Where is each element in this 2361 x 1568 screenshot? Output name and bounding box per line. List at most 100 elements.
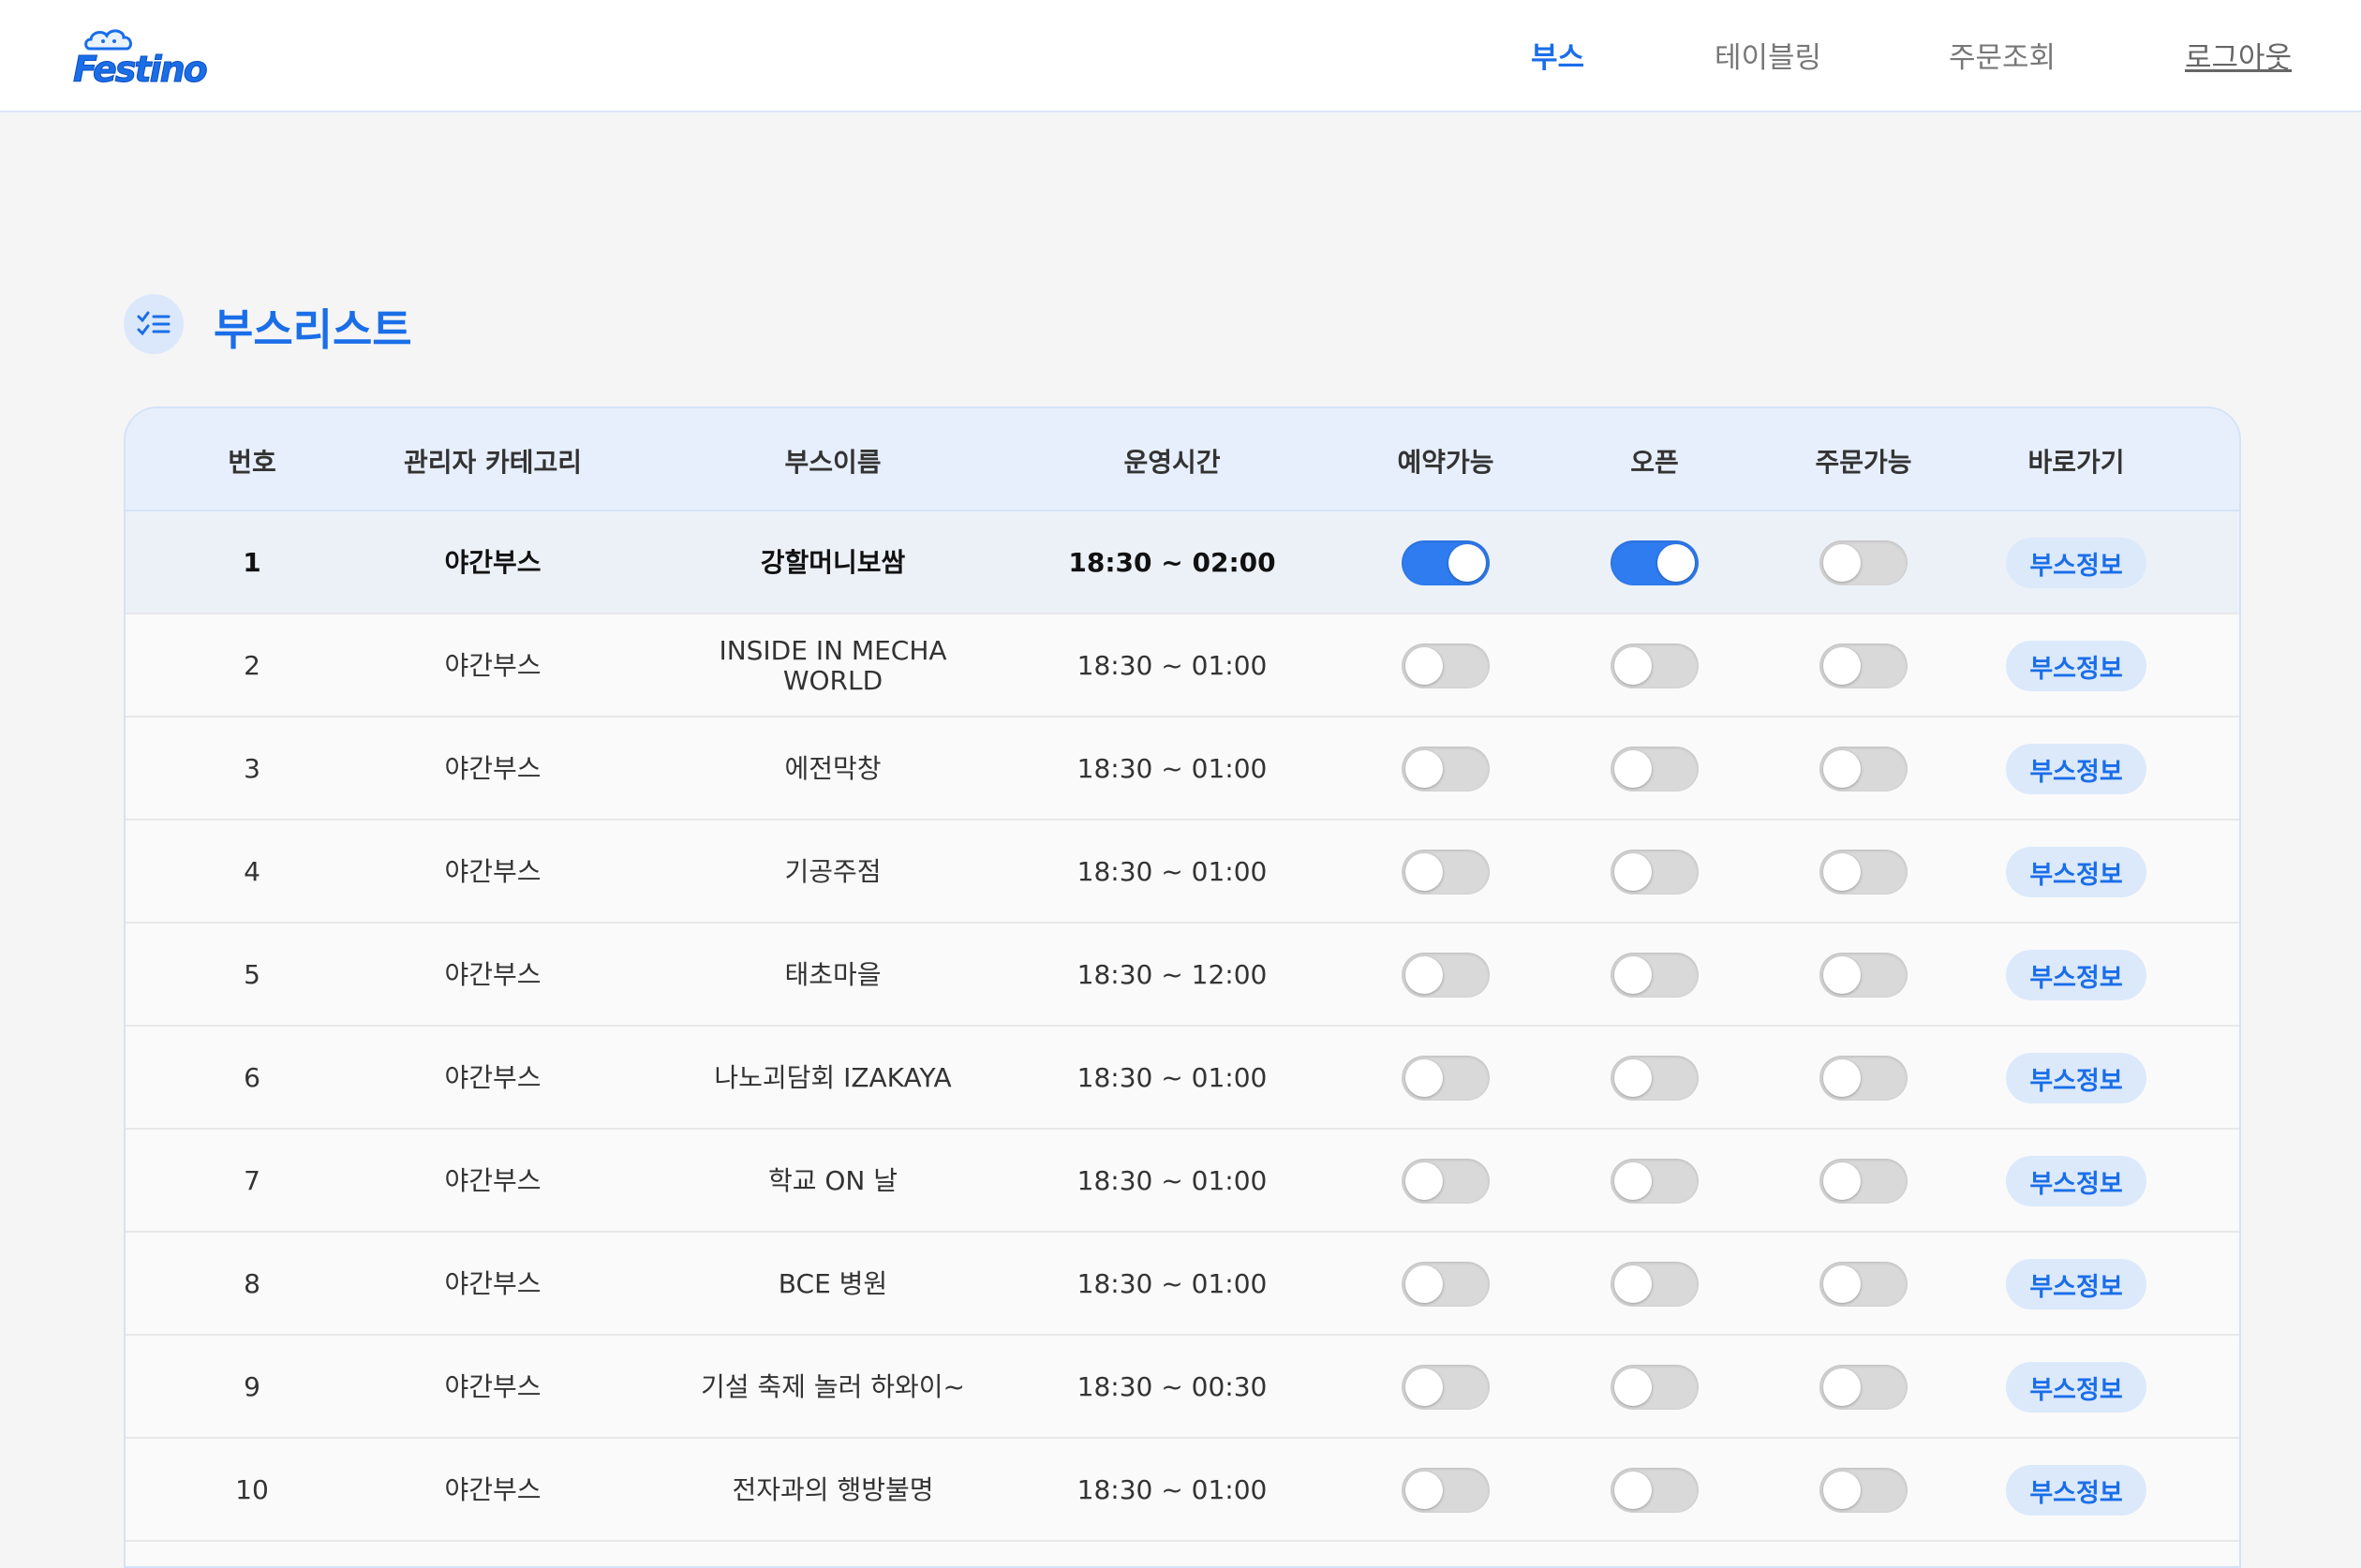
- reservable-toggle[interactable]: [1402, 643, 1490, 688]
- booth-info-button[interactable]: 부스정보: [2006, 950, 2146, 1000]
- toggle-knob: [1405, 1368, 1443, 1406]
- cell-booth-name: 강할머니보쌈: [760, 547, 906, 578]
- booth-info-button[interactable]: 부스정보: [2006, 1259, 2146, 1309]
- top-navigation-bar: Festino 부스 테이블링 주문조회 로그아웃: [0, 0, 2361, 112]
- orderable-toggle[interactable]: [1819, 1159, 1908, 1204]
- booth-info-button[interactable]: 부스정보: [2006, 1465, 2146, 1516]
- reservable-toggle[interactable]: [1402, 1262, 1490, 1307]
- booth-info-button[interactable]: 부스정보: [2006, 1156, 2146, 1206]
- cell-hours: 18:30 ~ 01:00: [1077, 1474, 1268, 1505]
- toggle-knob: [1614, 853, 1652, 891]
- nav-booth[interactable]: 부스: [1531, 34, 1584, 76]
- booth-info-button[interactable]: 부스정보: [2006, 1362, 2146, 1413]
- reservable-toggle[interactable]: [1402, 1056, 1490, 1101]
- table-row: 10 야간부스 전자과의 행방불명 18:30 ~ 01:00 부스정보: [126, 1439, 2239, 1542]
- booth-info-button[interactable]: 부스정보: [2006, 744, 2146, 794]
- reservable-toggle[interactable]: [1402, 953, 1490, 998]
- cell-hours: 18:30 ~ 00:30: [1077, 1371, 1268, 1402]
- table-row: 1 야간부스 강할머니보쌈 18:30 ~ 02:00 부스정보: [126, 511, 2239, 614]
- reservable-toggle[interactable]: [1402, 1468, 1490, 1513]
- orderable-toggle[interactable]: [1819, 1468, 1908, 1513]
- nav-logout[interactable]: 로그아웃: [2185, 34, 2292, 76]
- open-toggle[interactable]: [1611, 850, 1699, 895]
- toggle-knob: [1823, 1368, 1861, 1406]
- cell-number: 3: [244, 753, 260, 784]
- cell-booth-name: 전자과의 행방불명: [732, 1474, 934, 1505]
- cell-number: 4: [244, 856, 260, 887]
- cell-number: 6: [244, 1062, 260, 1093]
- toggle-knob: [1405, 1059, 1443, 1097]
- toggle-knob: [1405, 1472, 1443, 1509]
- open-toggle[interactable]: [1611, 1468, 1699, 1513]
- toggle-knob: [1823, 1059, 1861, 1097]
- table-row: 9 야간부스 기설 축제 놀러 하와이~ 18:30 ~ 00:30 부스정보: [126, 1336, 2239, 1439]
- header-orderable: 주문가능: [1815, 447, 1912, 478]
- cell-category: 야간부스: [444, 1268, 542, 1299]
- nav-order-lookup[interactable]: 주문조회: [1949, 34, 2056, 76]
- open-toggle[interactable]: [1611, 1159, 1699, 1204]
- cell-booth-name: BCE 병원: [778, 1268, 888, 1299]
- header-hours: 운영시간: [1123, 447, 1221, 478]
- orderable-toggle[interactable]: [1819, 643, 1908, 688]
- toggle-knob: [1823, 1472, 1861, 1509]
- toggle-knob: [1823, 1162, 1861, 1200]
- cell-category: 야간부스: [444, 959, 542, 990]
- toggle-knob: [1405, 647, 1443, 685]
- open-toggle[interactable]: [1611, 540, 1699, 585]
- cell-hours: 18:30 ~ 01:00: [1077, 856, 1268, 887]
- booth-info-button[interactable]: 부스정보: [2006, 538, 2146, 588]
- cell-hours: 18:30 ~ 12:00: [1077, 959, 1268, 990]
- reservable-toggle[interactable]: [1402, 1365, 1490, 1410]
- open-toggle[interactable]: [1611, 1262, 1699, 1307]
- booth-info-button[interactable]: 부스정보: [2006, 641, 2146, 691]
- orderable-toggle[interactable]: [1819, 540, 1908, 585]
- cell-number: 8: [244, 1268, 260, 1299]
- booth-info-button[interactable]: 부스정보: [2006, 847, 2146, 897]
- cell-category: 야간부스: [444, 1062, 542, 1093]
- cell-hours: 18:30 ~ 01:00: [1077, 1165, 1268, 1196]
- orderable-toggle[interactable]: [1819, 953, 1908, 998]
- cell-hours: 18:30 ~ 01:00: [1077, 1062, 1268, 1093]
- table-row: 8 야간부스 BCE 병원 18:30 ~ 01:00 부스정보: [126, 1233, 2239, 1336]
- toggle-knob: [1405, 1162, 1443, 1200]
- booth-table: 번호 관리자 카테고리 부스이름 운영시간 예약가능 오픈 주문가능 바로가기 …: [124, 407, 2241, 1568]
- table-header: 번호 관리자 카테고리 부스이름 운영시간 예약가능 오픈 주문가능 바로가기: [126, 408, 2239, 511]
- header-open: 오픈: [1630, 447, 1679, 478]
- toggle-knob: [1614, 1059, 1652, 1097]
- reservable-toggle[interactable]: [1402, 1159, 1490, 1204]
- toggle-knob: [1448, 544, 1486, 582]
- cell-number: 9: [244, 1371, 260, 1402]
- open-toggle[interactable]: [1611, 953, 1699, 998]
- reservable-toggle[interactable]: [1402, 747, 1490, 791]
- cell-booth-name: 기설 축제 놀러 하와이~: [700, 1371, 965, 1402]
- table-row: 6 야간부스 나노괴담회 IZAKAYA 18:30 ~ 01:00 부스정보: [126, 1027, 2239, 1130]
- table-row: 2 야간부스 INSIDE IN MECHA WORLD 18:30 ~ 01:00 부…: [126, 614, 2239, 717]
- orderable-toggle[interactable]: [1819, 1365, 1908, 1410]
- cell-number: 1: [243, 547, 261, 578]
- open-toggle[interactable]: [1611, 643, 1699, 688]
- open-toggle[interactable]: [1611, 1365, 1699, 1410]
- orderable-toggle[interactable]: [1819, 1056, 1908, 1101]
- reservable-toggle[interactable]: [1402, 540, 1490, 585]
- cell-category: 야간부스: [444, 856, 542, 887]
- toggle-knob: [1823, 647, 1861, 685]
- cell-category: 야간부스: [444, 1474, 542, 1505]
- open-toggle[interactable]: [1611, 747, 1699, 791]
- toggle-knob: [1614, 647, 1652, 685]
- open-toggle[interactable]: [1611, 1056, 1699, 1101]
- orderable-toggle[interactable]: [1819, 850, 1908, 895]
- table-row: 7 야간부스 학교 ON 날 18:30 ~ 01:00 부스정보: [126, 1130, 2239, 1233]
- header-shortcut: 바로가기: [2027, 447, 2125, 478]
- cell-category: 야간부스: [444, 650, 542, 681]
- toggle-knob: [1614, 1162, 1652, 1200]
- cell-hours: 18:30 ~ 01:00: [1077, 753, 1268, 784]
- page-title: 부스리스트: [214, 304, 412, 355]
- orderable-toggle[interactable]: [1819, 747, 1908, 791]
- header-reservable: 예약가능: [1397, 447, 1494, 478]
- nav-tabling[interactable]: 테이블링: [1715, 34, 1821, 76]
- booth-info-button[interactable]: 부스정보: [2006, 1053, 2146, 1103]
- orderable-toggle[interactable]: [1819, 1262, 1908, 1307]
- reservable-toggle[interactable]: [1402, 850, 1490, 895]
- festino-logo[interactable]: Festino: [73, 24, 208, 91]
- table-row: 5 야간부스 태초마을 18:30 ~ 12:00 부스정보: [126, 924, 2239, 1027]
